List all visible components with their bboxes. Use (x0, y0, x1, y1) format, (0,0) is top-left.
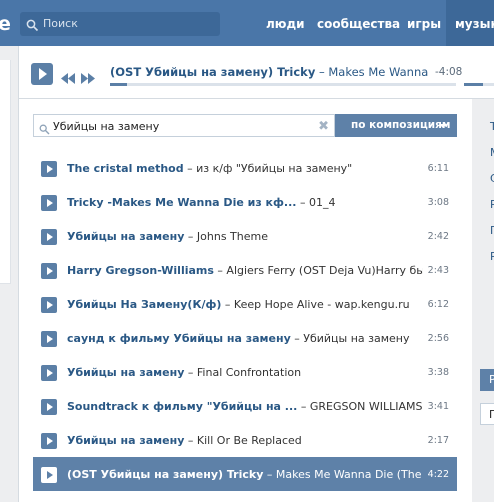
track-title[interactable]: The cristal method – из к/ф "Убийцы на з… (67, 162, 423, 175)
track-artist[interactable]: The cristal method (67, 162, 184, 175)
chevron-down-icon (439, 124, 447, 128)
play-icon[interactable] (41, 399, 57, 415)
now-playing-song: Makes Me Wanna Die (328, 65, 428, 79)
right-menu-item-active[interactable]: Р (480, 369, 494, 391)
track-artist[interactable]: саунд к фильму Убийцы на замену (67, 332, 291, 345)
volume-fill (464, 83, 483, 86)
track-song: Kill Or Be Replaced (196, 434, 302, 447)
right-menu-item[interactable]: Т (490, 120, 494, 133)
track-title[interactable]: Harry Gregson-Williams – Algiers Ferry (… (67, 264, 423, 277)
right-menu-item[interactable]: С (490, 172, 494, 185)
track-song: из к/ф "Убийцы на замену" (196, 162, 353, 175)
audio-search-panel: Убийцы на замену ✖ по композициям The cr… (18, 99, 472, 502)
volume-slider[interactable] (464, 83, 494, 86)
left-sidebar (0, 60, 11, 284)
track-duration: 2:56 (427, 333, 449, 344)
right-menu-item[interactable]: П (490, 224, 494, 237)
track-title[interactable]: (OST Убийцы на замену) Tricky – Makes Me… (67, 468, 423, 481)
site-logo[interactable]: e (0, 13, 11, 35)
remaining-time[interactable]: -4:08 (435, 66, 462, 78)
track-row[interactable]: саунд к фильму Убийцы на замену – Убийцы… (33, 321, 457, 355)
track-duration: 2:42 (427, 231, 449, 242)
search-icon (39, 120, 50, 139)
track-artist[interactable]: (OST Убийцы на замену) Tricky (67, 468, 263, 481)
track-artist[interactable]: Убийцы на замену (67, 230, 184, 243)
right-column: Т М С Р П Р Р П (472, 99, 494, 502)
track-artist[interactable]: Soundtrack к фильму "Убийцы на ... (67, 400, 297, 413)
track-song: Final Confrontation (196, 366, 302, 379)
right-column-input[interactable]: П (480, 403, 494, 425)
track-row[interactable]: Убийцы на замену – Final Confrontation 3:… (33, 355, 457, 389)
track-duration: 3:38 (427, 367, 449, 378)
play-icon[interactable] (41, 229, 57, 245)
play-icon[interactable] (41, 365, 57, 381)
play-icon[interactable] (41, 297, 57, 313)
search-mode-label: по композициям (351, 119, 451, 131)
track-row[interactable]: Убийцы на замену – Johns Theme 2:42 (33, 219, 457, 253)
track-row[interactable]: Убийцы На Замену(К/ф) – Keep Hope Alive … (33, 287, 457, 321)
track-row[interactable]: Убийцы на замену – Kill Or Be Replaced 2:… (33, 423, 457, 457)
right-menu-item[interactable]: Р (490, 198, 494, 211)
search-mode-dropdown[interactable]: по композициям (335, 114, 457, 137)
track-row[interactable]: Soundtrack к фильму "Убийцы на ... – GRE… (33, 389, 457, 423)
play-icon[interactable] (41, 433, 57, 449)
progress-fill (110, 83, 128, 86)
top-bar: e Поиск люди сообщества игры музыка (0, 0, 494, 46)
track-song: Убийцы на замену (303, 332, 410, 345)
track-duration: 3:41 (427, 401, 449, 412)
track-row[interactable]: (OST Убийцы на замену) Tricky – Makes Me… (33, 457, 457, 491)
track-title[interactable]: Tricky -Makes Me Wanna Die из кф... – 01… (67, 196, 423, 209)
track-artist[interactable]: Tricky -Makes Me Wanna Die из кф... (67, 196, 296, 209)
now-playing-title[interactable]: (OST Убийцы на замену) Tricky – Makes Me… (110, 65, 428, 79)
play-icon[interactable] (41, 263, 57, 279)
nav-games[interactable]: игры (407, 0, 441, 46)
audio-search-value: Убийцы на замену (53, 120, 160, 133)
track-duration: 2:17 (427, 435, 449, 446)
track-artist[interactable]: Убийцы на замену (67, 434, 184, 447)
track-duration: 4:22 (427, 469, 449, 480)
nav-music[interactable]: музыка (446, 0, 494, 46)
play-icon[interactable] (41, 331, 57, 347)
track-song: Makes Me Wanna Die (The ... (275, 468, 423, 481)
play-icon[interactable] (41, 467, 57, 483)
track-song: Algiers Ferry (OST Deja Vu)Harry бы... (226, 264, 423, 277)
track-song: 01_4 (308, 196, 336, 209)
track-duration: 6:12 (427, 299, 449, 310)
play-icon[interactable] (41, 161, 57, 177)
track-title[interactable]: Soundtrack к фильму "Убийцы на ... – GRE… (67, 400, 423, 413)
track-title[interactable]: саунд к фильму Убийцы на замену – Убийцы… (67, 332, 423, 345)
track-title[interactable]: Убийцы на замену – Kill Or Be Replaced (67, 434, 423, 447)
track-duration: 2:43 (427, 265, 449, 276)
track-row[interactable]: The cristal method – из к/ф "Убийцы на з… (33, 151, 457, 185)
right-menu-item[interactable]: Р (490, 250, 494, 263)
track-artist[interactable]: Убийцы на замену (67, 366, 184, 379)
track-duration: 3:08 (427, 197, 449, 208)
audio-player: (OST Убийцы на замену) Tricky – Makes Me… (18, 46, 494, 99)
progress-bar[interactable] (110, 83, 456, 86)
nav-communities[interactable]: сообщества (317, 0, 400, 46)
play-button[interactable] (31, 63, 53, 85)
search-placeholder: Поиск (43, 17, 78, 30)
track-title[interactable]: Убийцы на замену – Final Confrontation (67, 366, 423, 379)
nav-people[interactable]: люди (266, 0, 305, 46)
track-song: Johns Theme (196, 230, 268, 243)
audio-search-input[interactable]: Убийцы на замену ✖ (33, 114, 335, 137)
track-title[interactable]: Убийцы на замену – Johns Theme (67, 230, 423, 243)
track-artist[interactable]: Harry Gregson-Williams (67, 264, 214, 277)
track-song: Keep Hope Alive - wap.kengu.ru (233, 298, 410, 311)
next-icon[interactable] (81, 69, 95, 84)
clear-icon[interactable]: ✖ (318, 119, 329, 134)
track-title[interactable]: Убийцы На Замену(К/ф) – Keep Hope Alive … (67, 298, 423, 311)
search-icon (26, 17, 39, 36)
track-song: GREGSON WILLIAMS ... (309, 400, 423, 413)
play-icon[interactable] (41, 195, 57, 211)
prev-icon[interactable] (61, 69, 75, 84)
global-search-input[interactable]: Поиск (20, 12, 220, 36)
right-menu-item[interactable]: М (490, 146, 494, 159)
track-duration: 6:11 (427, 163, 449, 174)
track-row[interactable]: Tricky -Makes Me Wanna Die из кф... – 01… (33, 185, 457, 219)
track-row[interactable]: Harry Gregson-Williams – Algiers Ferry (… (33, 253, 457, 287)
track-artist[interactable]: Убийцы На Замену(К/ф) (67, 298, 221, 311)
now-playing-artist: (OST Убийцы на замену) Tricky (110, 65, 316, 79)
